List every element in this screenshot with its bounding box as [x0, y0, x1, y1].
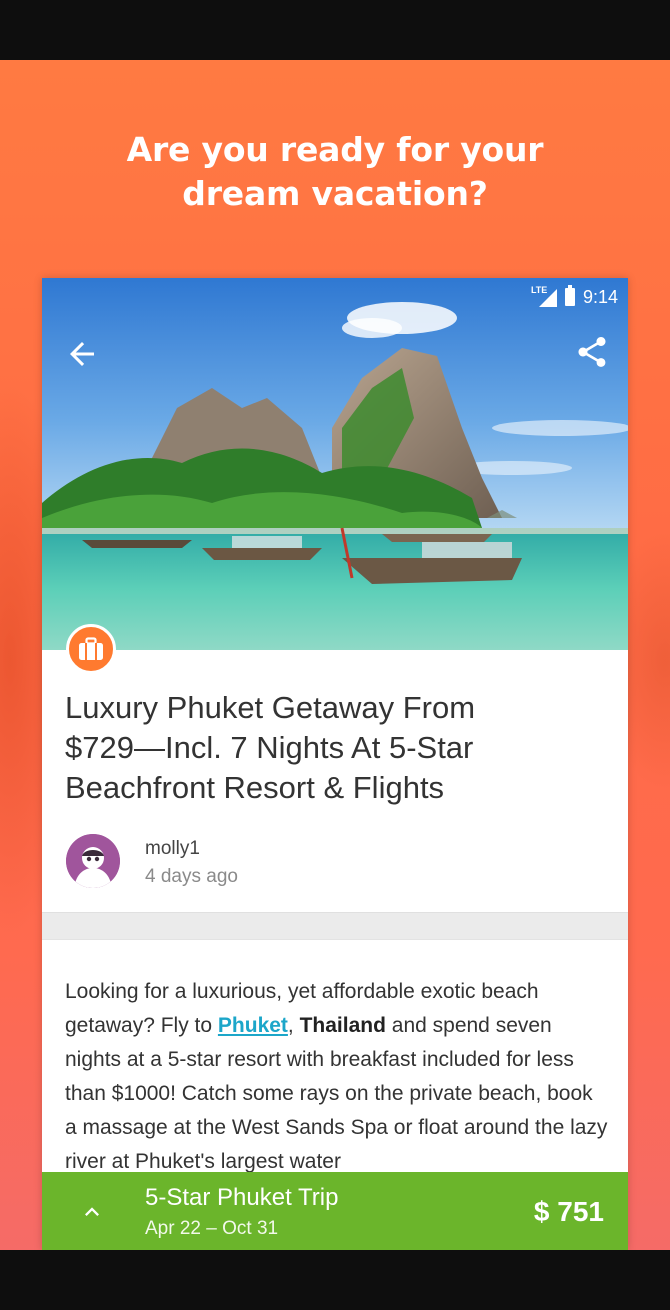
chevron-up-icon	[85, 1207, 99, 1216]
deal-title: Luxury Phuket Getaway From $729—Incl. 7 …	[65, 690, 476, 805]
author-name[interactable]: molly1	[145, 838, 200, 860]
destination-link[interactable]: Phuket	[218, 1014, 288, 1037]
trip-title: 5-Star Phuket Trip	[145, 1184, 339, 1211]
section-divider	[42, 912, 628, 940]
deal-cta-bar[interactable]: 5-Star Phuket Trip Apr 22 – Oct 31 $ 751	[42, 1172, 628, 1250]
expand-button[interactable]	[78, 1198, 106, 1226]
promo-headline: Are you ready for your dream vacation?	[126, 130, 544, 213]
system-top-bar	[0, 0, 670, 60]
trip-price[interactable]: $ 751	[534, 1196, 604, 1228]
clock: 9:14	[582, 286, 618, 307]
signal-icon: LTE	[531, 285, 557, 307]
suitcase-icon	[79, 637, 103, 660]
category-badge	[66, 624, 116, 674]
status-bar: LTE 9:14	[531, 285, 618, 308]
deal-description: Looking for a luxurious, yet affordable …	[65, 980, 608, 1173]
share-icon	[578, 337, 606, 367]
back-button[interactable]	[64, 336, 100, 372]
avatar[interactable]	[66, 834, 120, 888]
country-name: Thailand	[299, 1014, 386, 1037]
arrow-left-icon	[70, 342, 94, 366]
user-avatar-icon	[66, 834, 120, 888]
trip-dates: Apr 22 – Oct 31	[145, 1218, 279, 1239]
battery-icon	[564, 285, 575, 306]
hero-image: LTE 9:14	[42, 278, 628, 650]
share-button[interactable]	[574, 334, 610, 370]
system-bottom-bar	[0, 1250, 670, 1310]
app-screen: LTE 9:14 Luxury Phuket Getaway From $729…	[42, 278, 628, 1250]
post-time: 4 days ago	[145, 866, 238, 887]
